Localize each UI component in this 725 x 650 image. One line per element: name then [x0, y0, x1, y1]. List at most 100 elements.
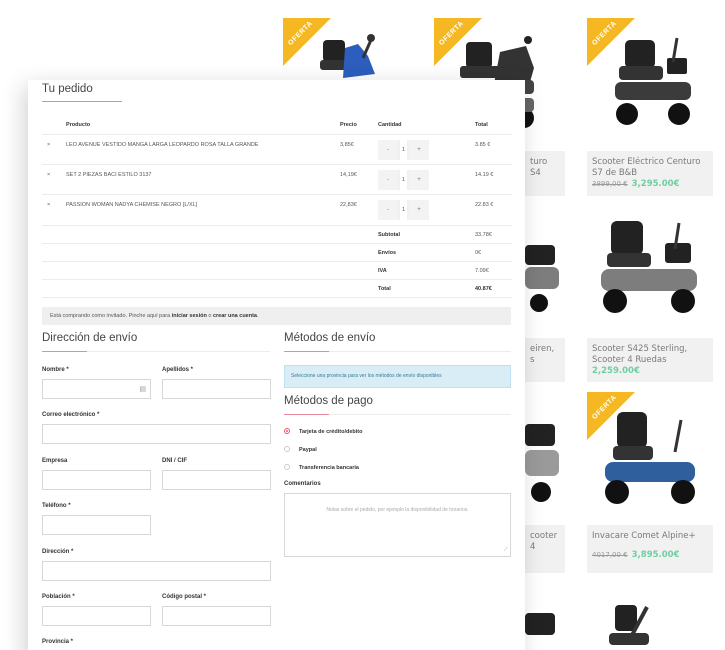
product-name[interactable]: eiren,: [530, 344, 560, 355]
payment-methods-title: Métodos de pago: [284, 395, 373, 407]
contact-card-icon: ▤: [139, 386, 146, 393]
empresa-label: Empresa: [42, 458, 68, 464]
radio-selected-icon[interactable]: [284, 428, 290, 434]
item-price: 22,83€: [340, 202, 357, 208]
apellidos-field[interactable]: [162, 379, 271, 399]
product-image-10[interactable]: [525, 583, 565, 650]
payment-option-label: Paypal: [299, 447, 317, 453]
table-header: Producto Precio Cantidad Total: [42, 117, 512, 135]
old-price: 3899,00 €: [592, 180, 628, 188]
old-price: 4017,00 €: [592, 551, 628, 559]
item-price: 14,19€: [340, 172, 357, 178]
summary-value: 7.09€: [475, 268, 489, 274]
product-image-11[interactable]: [587, 583, 713, 650]
qty-input[interactable]: 1: [400, 200, 407, 220]
section-underline: [42, 351, 270, 352]
qty-minus-button[interactable]: -: [378, 200, 398, 220]
sale-price: 2,259.00€: [592, 366, 640, 376]
summary-label: IVA: [378, 268, 387, 274]
qty-input[interactable]: 1: [400, 140, 407, 160]
create-account-link[interactable]: crear una cuenta: [213, 313, 257, 319]
direccion-field[interactable]: [42, 561, 271, 581]
scooter-image: [601, 221, 697, 313]
section-underline: [284, 414, 511, 415]
shipping-address-title: Dirección de envío: [42, 332, 138, 344]
resize-handle-icon[interactable]: ⟋: [504, 547, 508, 554]
qty-minus-button[interactable]: -: [378, 140, 398, 160]
remove-item-button[interactable]: ×: [47, 202, 50, 208]
dni-label: DNI / CIF: [162, 458, 187, 464]
table-row: × SET 2 PIEZAS BACI ESTILO 3137 14,19€ -…: [42, 165, 512, 195]
summary-value: 33.78€: [475, 232, 492, 238]
empresa-field[interactable]: [42, 470, 151, 490]
comments-label: Comentarios: [284, 481, 321, 487]
product-caption-5: Scooter Eléctrico Centuro S7 de B&B 3899…: [587, 151, 713, 196]
quantity-stepper: - 1 +: [378, 140, 429, 160]
sale-price: 3,295.00€: [631, 179, 680, 189]
dni-field[interactable]: [162, 470, 271, 490]
notice-text: .: [257, 313, 259, 319]
summary-label: Total: [378, 286, 391, 292]
guest-notice: Está comprando como invitado. Pinche aqu…: [42, 307, 511, 325]
nombre-field[interactable]: ▤: [42, 379, 151, 399]
notice-text: Está comprando como invitado. Pinche aqu…: [50, 313, 172, 319]
scooter-image: [605, 412, 695, 504]
product-image-7[interactable]: [587, 205, 713, 329]
cp-field[interactable]: [162, 606, 271, 626]
remove-item-button[interactable]: ×: [47, 172, 50, 178]
scooter-image: [615, 37, 691, 125]
order-title-underline: [42, 101, 122, 102]
qty-minus-button[interactable]: -: [378, 170, 398, 190]
col-price: Precio: [340, 122, 357, 128]
product-caption-6: eiren, s: [525, 338, 565, 382]
poblacion-label: Población *: [42, 594, 75, 600]
product-name[interactable]: cooter 4: [530, 531, 560, 553]
email-label: Correo electrónico *: [42, 412, 100, 418]
nombre-label: Nombre *: [42, 367, 69, 373]
item-name[interactable]: PASSION WOMAN NADYA CHEMISE NEGRO [L/XL]: [66, 202, 197, 208]
payment-option-label: Tarjeta de crédito/debito: [299, 429, 363, 435]
provincia-label: Provincia *: [42, 639, 74, 645]
summary-label: Envíos: [378, 250, 397, 256]
radio-icon[interactable]: [284, 446, 290, 452]
qty-plus-button[interactable]: +: [409, 200, 429, 220]
product-name[interactable]: Invacare Comet Alpine+: [592, 531, 708, 542]
poblacion-field[interactable]: [42, 606, 151, 626]
summary-value: 0€: [475, 250, 482, 256]
telefono-field[interactable]: [42, 515, 151, 535]
product-image-8[interactable]: [525, 392, 565, 517]
col-total: Total: [475, 122, 488, 128]
product-image-6[interactable]: [525, 205, 565, 325]
email-field[interactable]: [42, 424, 271, 444]
sale-price: 3,895.00€: [631, 550, 680, 560]
summary-row: Envíos 0€: [42, 244, 512, 262]
summary-row: Subtotal 33.78€: [42, 226, 512, 244]
login-link[interactable]: iniciar sesión: [172, 313, 207, 319]
item-total: 22.83 €: [475, 202, 494, 208]
checkout-panel: Tu pedido Producto Precio Cantidad Total…: [28, 80, 525, 650]
qty-plus-button[interactable]: +: [409, 140, 429, 160]
product-name[interactable]: Scooter Eléctrico Centuro S7 de B&B: [592, 157, 708, 179]
telefono-label: Teléfono *: [42, 503, 71, 509]
remove-item-button[interactable]: ×: [47, 142, 50, 148]
product-image-3[interactable]: OFERTA: [587, 18, 713, 142]
item-name[interactable]: LEO AVENUE VESTIDO MANGA LARGA LEOPARDO …: [66, 142, 258, 148]
comments-textarea[interactable]: Notas sobre el pedido, por ejemplo la di…: [284, 493, 511, 557]
product-name[interactable]: turo S4: [530, 157, 560, 179]
direccion-label: Dirección *: [42, 549, 74, 555]
radio-icon[interactable]: [284, 464, 290, 470]
qty-plus-button[interactable]: +: [409, 170, 429, 190]
product-image-9[interactable]: OFERTA: [587, 392, 713, 516]
product-caption-8: cooter 4: [525, 525, 565, 573]
product-name[interactable]: Scooter S425 Sterling, Scooter 4 Ruedas: [592, 344, 708, 366]
product-caption-9: Invacare Comet Alpine+ 4017,00 €3,895.00…: [587, 525, 713, 573]
apellidos-label: Apellidos *: [162, 367, 194, 373]
comments-placeholder: Notas sobre el pedido, por ejemplo la di…: [326, 507, 469, 513]
item-name[interactable]: SET 2 PIEZAS BACI ESTILO 3137: [66, 172, 152, 178]
qty-input[interactable]: 1: [400, 170, 407, 190]
shipping-info-message: Seleccione una provincia para ver los mé…: [284, 365, 511, 388]
product-name-cont: s: [530, 355, 535, 365]
scooter-image: [525, 245, 559, 312]
product-caption-4: turo S4: [525, 151, 565, 196]
summary-row: IVA 7.09€: [42, 262, 512, 280]
